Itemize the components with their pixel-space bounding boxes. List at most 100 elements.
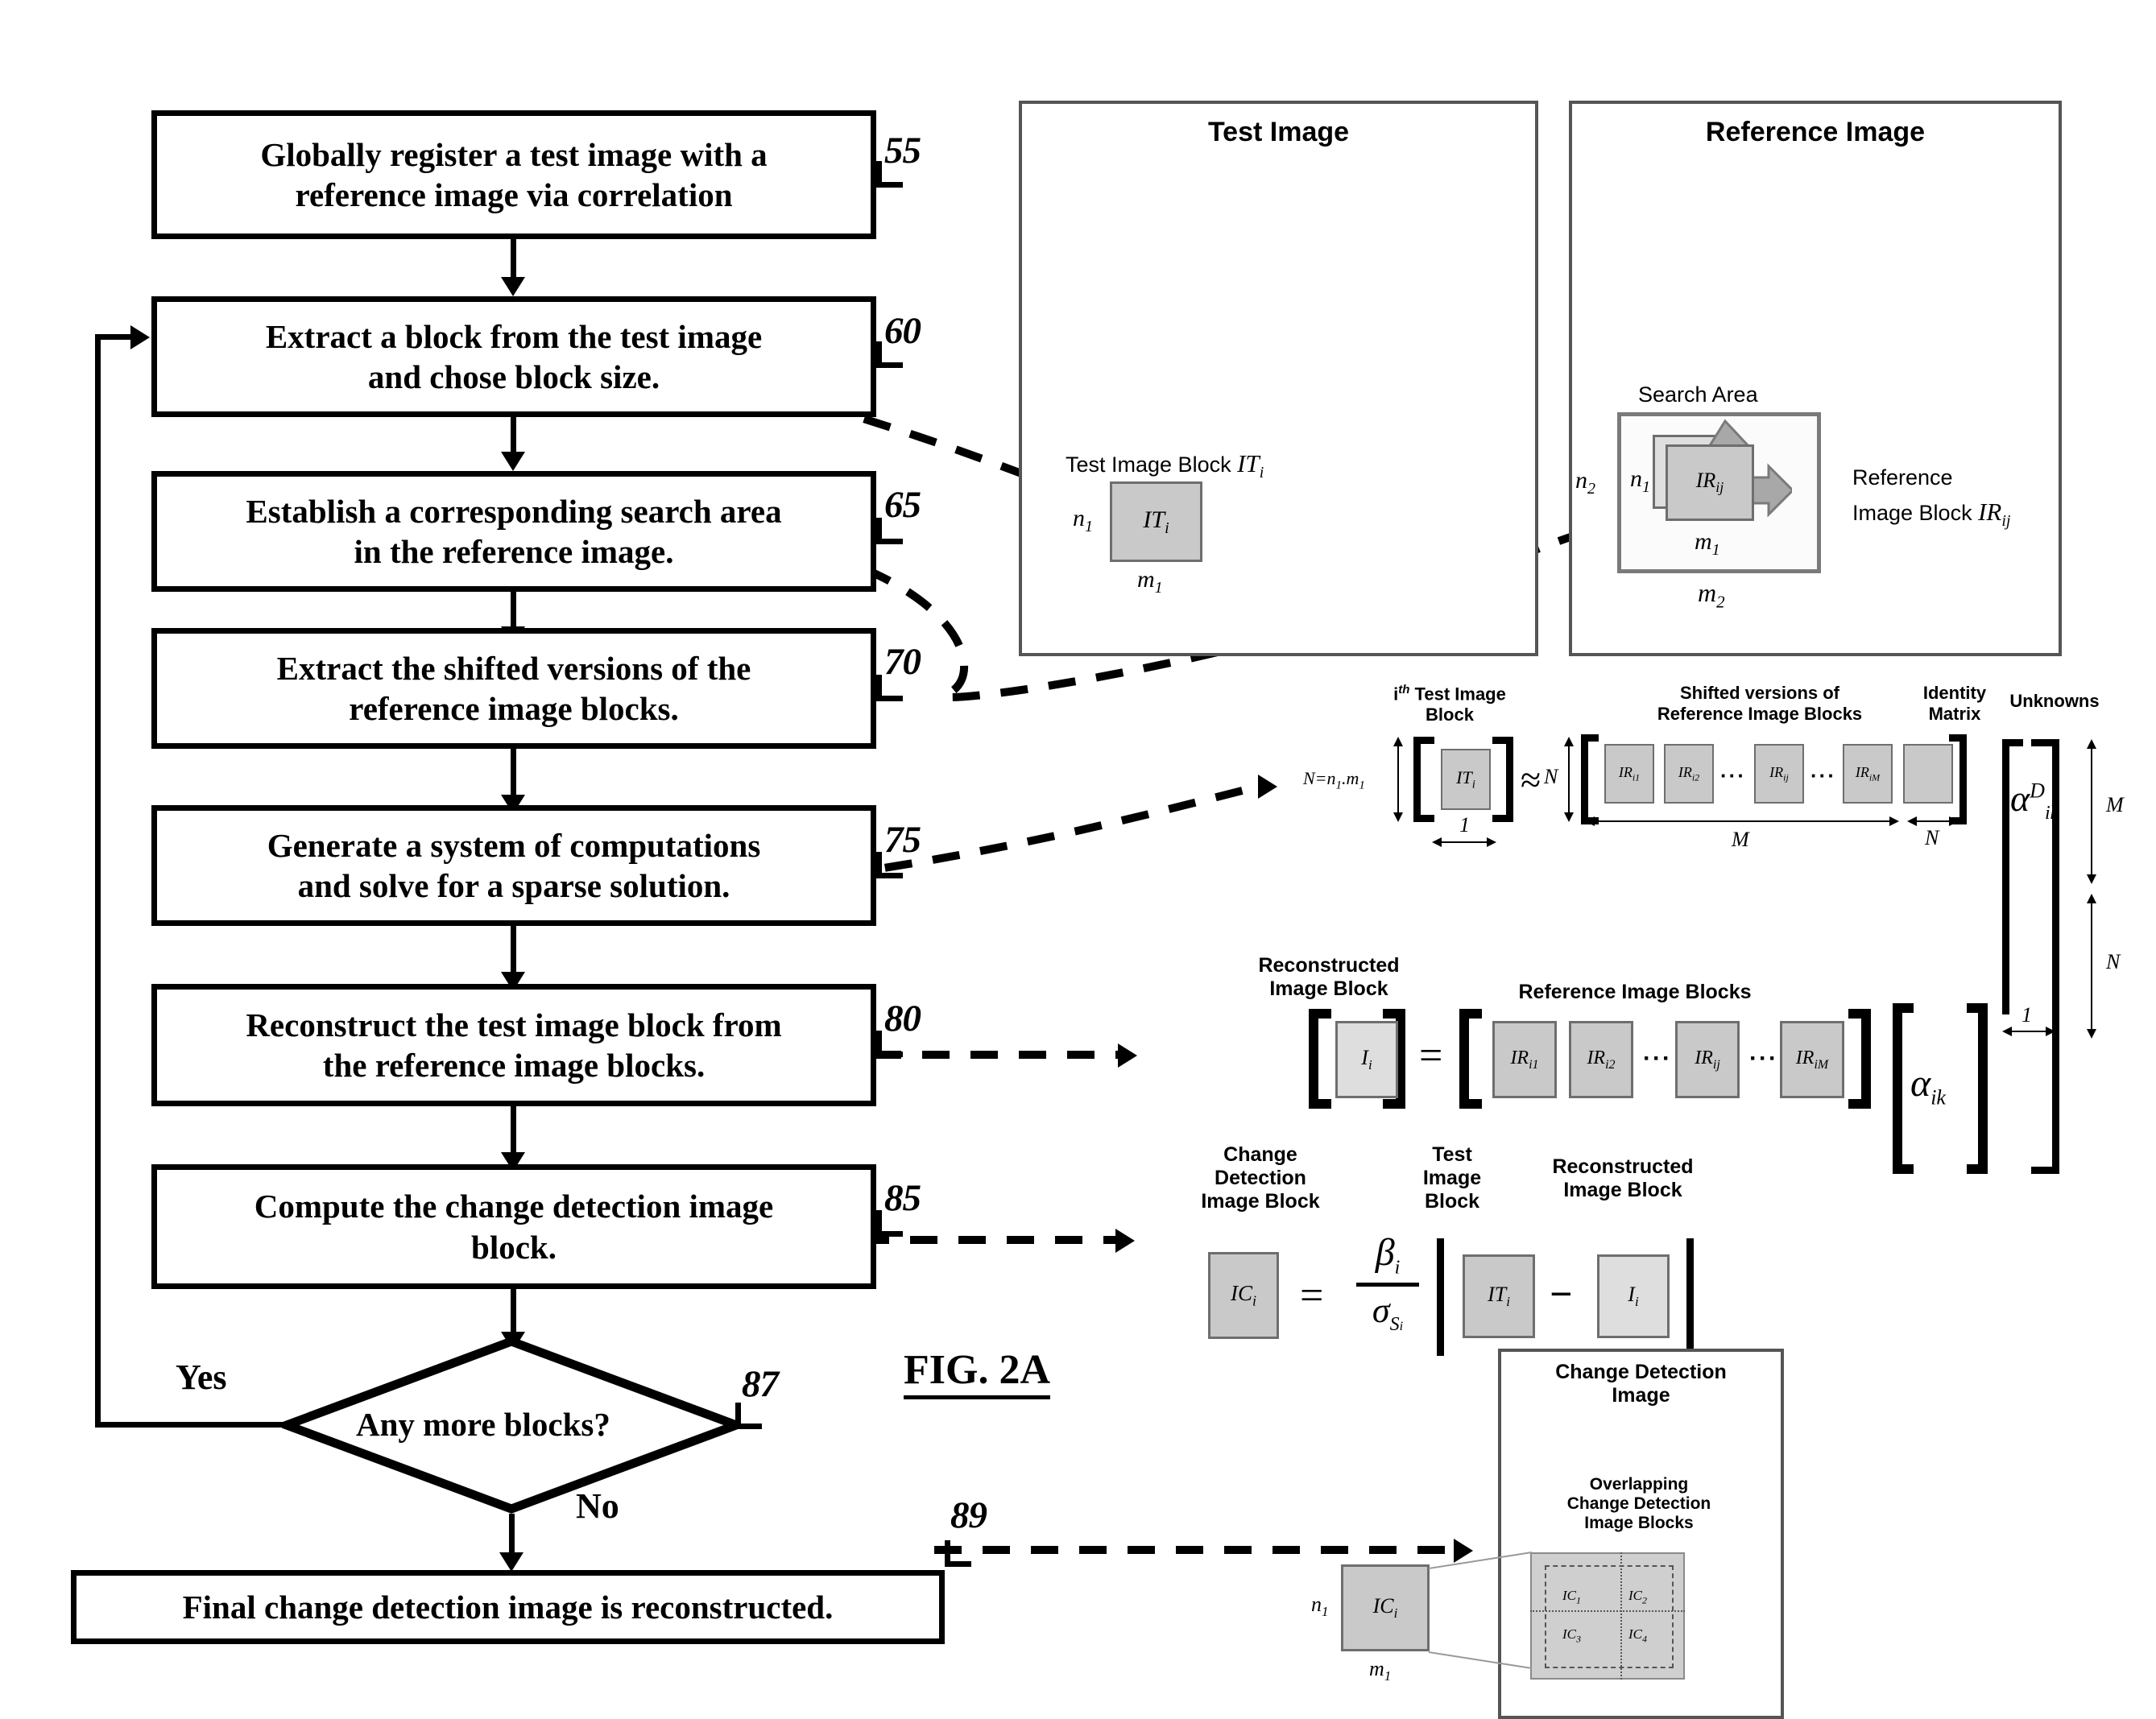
yes-branch-vertical bbox=[95, 334, 101, 1425]
step-box-55[interactable]: Globally register a test image with a re… bbox=[151, 110, 876, 239]
unknowns-symbol: αDik bbox=[2010, 778, 2059, 824]
flow-arrow-head-55-60 bbox=[501, 277, 525, 296]
recon-eq-block-2: IRi2 bbox=[1569, 1021, 1633, 1098]
system-eq-right-N-label: N bbox=[1544, 765, 1558, 788]
figure-label: FIG. 2A bbox=[904, 1346, 1050, 1399]
reference-inner-height-label: n1 bbox=[1630, 465, 1650, 496]
step-box-60[interactable]: Extract a block from the test image and … bbox=[151, 296, 876, 417]
reference-block-caption-line2: Image Block IRij bbox=[1852, 498, 2010, 531]
flow-arrow-line-85-87 bbox=[511, 1289, 516, 1336]
step-box-70[interactable]: Extract the shifted versions of the refe… bbox=[151, 628, 876, 749]
unknowns-M-label: M bbox=[2106, 793, 2124, 816]
reference-outer-height-label: n2 bbox=[1575, 467, 1595, 498]
final-step-box-89[interactable]: Final change detection image is reconstr… bbox=[71, 1570, 945, 1644]
system-eq-ellipsis-2: ··· bbox=[1810, 763, 1836, 787]
system-eq-M-span-label: M bbox=[1732, 828, 1749, 851]
system-eq-right-N-arrow bbox=[1564, 737, 1574, 822]
step-55-line2: reference image via correlation bbox=[295, 176, 733, 213]
no-label: No bbox=[576, 1486, 619, 1526]
step-box-65[interactable]: Establish a corresponding search area in… bbox=[151, 471, 876, 592]
step-75-line2: and solve for a sparse solution. bbox=[297, 867, 730, 904]
recon-eq-coeff-bracket-right bbox=[1967, 1003, 1988, 1174]
step-70-line2: reference image blocks. bbox=[349, 690, 679, 727]
system-eq-N-definition: N=n1.m1 bbox=[1303, 768, 1365, 792]
system-eq-left-N-arrow bbox=[1393, 737, 1403, 822]
cd-eq-recon-caption: Reconstructed Image Block bbox=[1552, 1155, 1694, 1201]
unknowns-bracket-right-top bbox=[2031, 739, 2052, 746]
reference-block-caption-sym: IR bbox=[1978, 498, 2002, 526]
recon-eq-rhs-bracket-right bbox=[1848, 1009, 1871, 1109]
step-box-85[interactable]: Compute the change detection image block… bbox=[151, 1164, 876, 1289]
step-75-line1: Generate a system of computations bbox=[267, 826, 761, 864]
ref-number-60: 60 bbox=[884, 310, 921, 352]
step-box-75[interactable]: Generate a system of computations and so… bbox=[151, 805, 876, 926]
cd-source-tie-lines bbox=[1428, 1552, 1533, 1669]
recon-eq-ellipsis-1: ··· bbox=[1643, 1045, 1672, 1072]
dash-arrow-change-eq bbox=[1115, 1229, 1135, 1253]
reference-image-block-label-sub: ij bbox=[1715, 479, 1724, 496]
unknowns-bracket-right-bottom bbox=[2031, 1167, 2052, 1174]
cd-eq-equals-symbol: = bbox=[1300, 1273, 1324, 1319]
system-eq-block-3: IRij bbox=[1754, 744, 1804, 804]
system-eq-block-4: IRiM bbox=[1843, 744, 1893, 804]
recon-eq-equals-symbol: = bbox=[1419, 1033, 1443, 1079]
recon-eq-ellipsis-2: ··· bbox=[1749, 1045, 1778, 1072]
dash-arrow-system-eq bbox=[1258, 775, 1277, 799]
step-60-line1: Extract a block from the test image bbox=[265, 317, 763, 355]
search-area-label: Search Area bbox=[1638, 382, 1758, 407]
cd-eq-fraction: βi σSi bbox=[1350, 1230, 1426, 1335]
system-eq-approx-symbol: ≈ bbox=[1521, 759, 1541, 800]
no-branch-arrowhead bbox=[499, 1552, 523, 1572]
flow-arrow-line-70-75 bbox=[511, 749, 516, 799]
figure-canvas: Globally register a test image with a re… bbox=[0, 0, 2156, 1719]
step-60-line2: and chose block size. bbox=[367, 358, 660, 395]
unknowns-bracket-left-top bbox=[2002, 739, 2023, 746]
test-image-block-caption-text: Test Image Block bbox=[1066, 452, 1231, 477]
reference-inner-width-label: m1 bbox=[1695, 528, 1720, 559]
system-eq-block-1: IRi1 bbox=[1604, 744, 1654, 804]
unknowns-M-arrow bbox=[2087, 739, 2096, 884]
cd-source-width-label: m1 bbox=[1369, 1657, 1392, 1684]
system-eq-M-span-arrow bbox=[1585, 816, 1899, 826]
cd-eq-test-caption: Test Image Block bbox=[1422, 1143, 1482, 1213]
change-detection-source-block: ICi bbox=[1341, 1564, 1430, 1651]
cd-source-height-label: n1 bbox=[1311, 1593, 1329, 1620]
step-80-line1: Reconstruct the test image block from bbox=[246, 1006, 782, 1043]
recon-eq-rhs-caption: Reference Image Blocks bbox=[1518, 981, 1752, 1003]
yes-label: Yes bbox=[176, 1357, 227, 1397]
test-image-block-label-sub: i bbox=[1165, 519, 1169, 537]
test-image-block-caption-sym: IT bbox=[1237, 449, 1260, 477]
flow-arrow-line-65-70 bbox=[511, 592, 516, 630]
test-image-block-width-label: m1 bbox=[1137, 566, 1163, 597]
cd-eq-numerator: βi bbox=[1375, 1231, 1401, 1279]
yes-branch-arrowhead bbox=[130, 325, 150, 349]
step-65-line1: Establish a corresponding search area bbox=[246, 492, 782, 530]
step-box-80[interactable]: Reconstruct the test image block from th… bbox=[151, 984, 876, 1106]
cd-eq-fraction-bar bbox=[1356, 1282, 1419, 1287]
ref-number-70: 70 bbox=[884, 641, 921, 683]
ref-number-55: 55 bbox=[884, 130, 921, 171]
cd-eq-lhs-caption: Change Detection Image Block bbox=[1201, 1143, 1320, 1213]
ref-number-75: 75 bbox=[884, 819, 921, 861]
ref-number-87: 87 bbox=[742, 1363, 779, 1405]
reference-image-block: IRij bbox=[1666, 444, 1754, 521]
system-eq-identity-block bbox=[1903, 744, 1953, 804]
system-eq-lhs-width-label: 1 bbox=[1459, 813, 1470, 837]
final-step-text: Final change detection image is reconstr… bbox=[182, 1588, 834, 1626]
system-eq-rhs-bracket-left bbox=[1581, 734, 1599, 824]
overlap-caption: Overlapping Change Detection Image Block… bbox=[1566, 1475, 1711, 1532]
flow-arrow-line-75-80 bbox=[511, 926, 516, 976]
flow-arrow-head-60-65 bbox=[501, 452, 525, 471]
step-70-line1: Extract the shifted versions of the bbox=[276, 649, 751, 687]
step-85-line1: Compute the change detection image bbox=[254, 1188, 774, 1225]
system-eq-lhs-bracket-left bbox=[1413, 737, 1434, 822]
reference-block-caption-line2-text: Image Block bbox=[1852, 501, 1972, 525]
system-eq-unknowns-caption: Unknowns bbox=[2009, 691, 2100, 711]
step-85-line2: block. bbox=[471, 1228, 557, 1266]
step-80-line2: the reference image blocks. bbox=[322, 1047, 706, 1084]
unknowns-width-label: 1 bbox=[2022, 1003, 2032, 1027]
cd-eq-denominator: σSi bbox=[1372, 1290, 1404, 1335]
recon-eq-block-3: IRij bbox=[1675, 1021, 1740, 1098]
test-image-panel bbox=[1019, 101, 1538, 656]
yes-branch-horizontal bbox=[95, 1422, 288, 1428]
